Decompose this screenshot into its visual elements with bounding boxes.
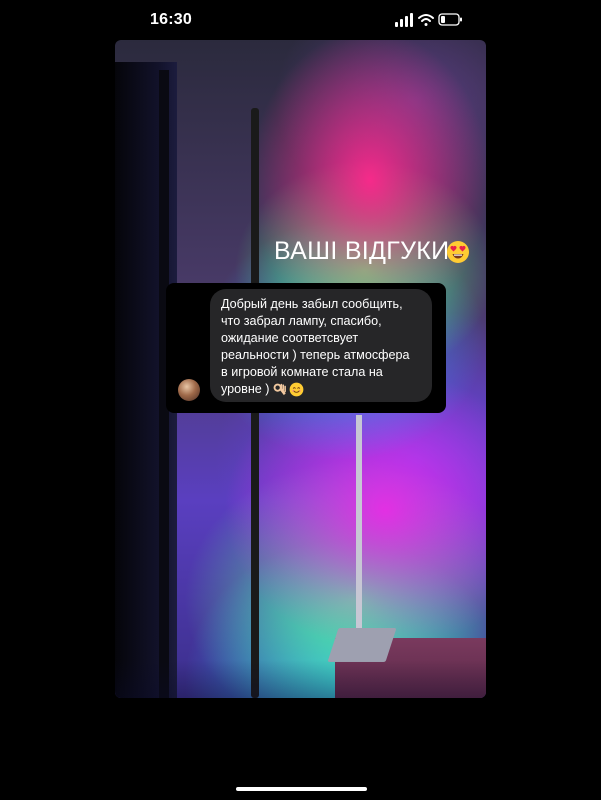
lamp-base (327, 628, 397, 662)
heart-eyes-icon (447, 241, 469, 263)
cellular-signal-icon (395, 13, 413, 27)
message-line: ожидание соответсвует (221, 331, 359, 345)
message-line: Добрый день забыл сообщить, (221, 297, 403, 311)
status-icons (395, 13, 462, 27)
rgb-floor-lamp-small (356, 415, 362, 630)
message-bubble: Добрый день забыл сообщить, что забрал л… (210, 289, 432, 402)
status-bar: 16:30 (0, 0, 601, 40)
floor-shadow (115, 660, 486, 698)
review-message: Добрый день забыл сообщить, что забрал л… (221, 296, 410, 398)
home-indicator[interactable] (236, 787, 367, 791)
story-headline: ВАШІ ВІДГУКИ (274, 237, 450, 265)
wifi-icon (418, 14, 434, 26)
message-line: что забрал лампу, спасибо, (221, 314, 382, 328)
message-line: уровне ) (221, 382, 270, 396)
battery-icon (438, 13, 462, 26)
message-line: в игровой комнате стала на (221, 365, 383, 379)
message-line: реальности ) теперь атмосфера (221, 348, 410, 362)
ok-hand-icon (273, 383, 286, 396)
smiling-face-icon (289, 382, 303, 397)
status-time: 16:30 (150, 11, 192, 28)
avatar (178, 379, 200, 401)
